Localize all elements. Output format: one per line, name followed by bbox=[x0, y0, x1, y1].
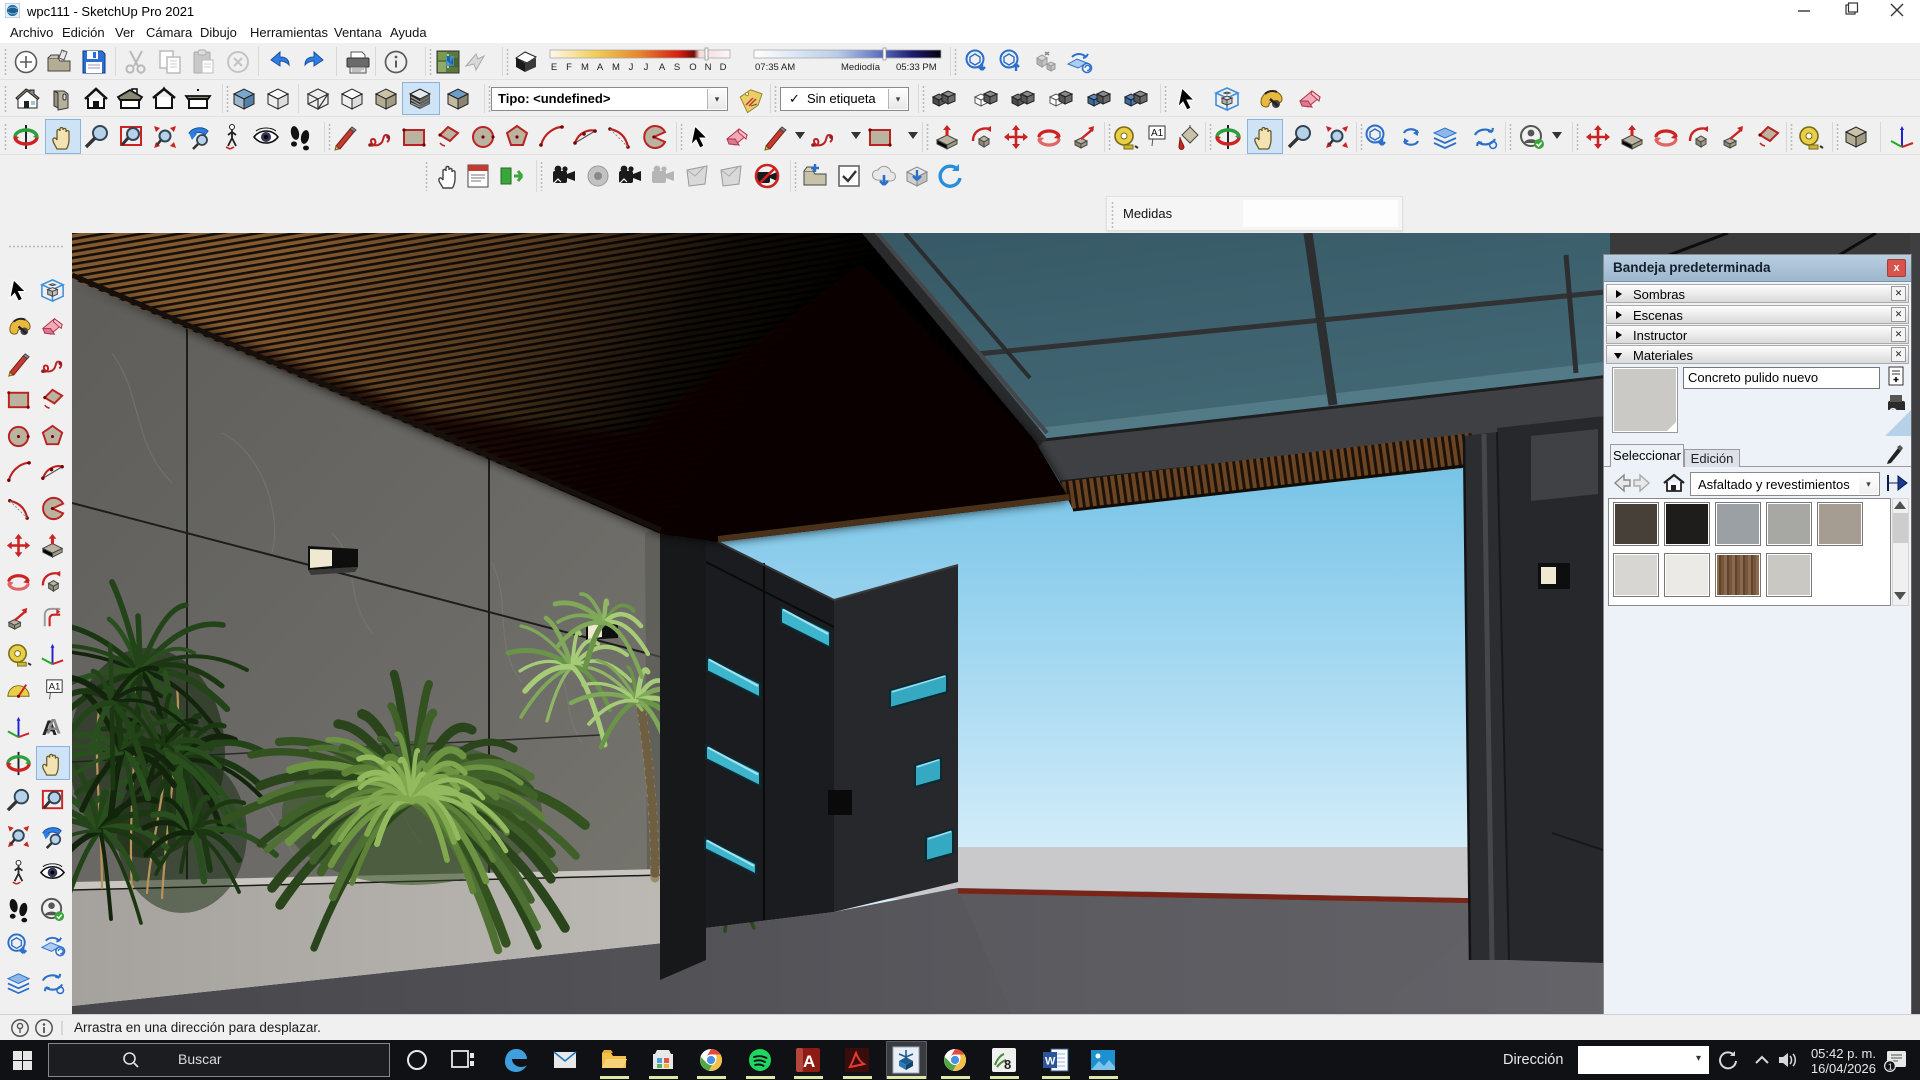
svg-text:E: E bbox=[551, 62, 557, 73]
svg-text:F: F bbox=[566, 62, 572, 73]
svg-text:J: J bbox=[644, 62, 649, 73]
svg-text:A: A bbox=[597, 62, 604, 73]
svg-text:Mediodía: Mediodía bbox=[841, 62, 881, 73]
svg-text:N: N bbox=[705, 62, 712, 73]
svg-text:O: O bbox=[689, 62, 696, 73]
svg-text:W: W bbox=[1045, 1056, 1056, 1068]
svg-text:07:35 AM: 07:35 AM bbox=[755, 62, 795, 73]
svg-text:A: A bbox=[803, 1052, 815, 1071]
svg-text:1: 1 bbox=[1888, 1063, 1893, 1072]
svg-text:D: D bbox=[720, 62, 727, 73]
svg-text:M: M bbox=[612, 62, 620, 73]
svg-text:M: M bbox=[581, 62, 589, 73]
svg-text:05:33 PM: 05:33 PM bbox=[896, 62, 937, 73]
svg-text:J: J bbox=[629, 62, 634, 73]
svg-text:A: A bbox=[659, 62, 666, 73]
svg-text:8: 8 bbox=[1004, 1057, 1011, 1072]
svg-text:S: S bbox=[674, 62, 680, 73]
